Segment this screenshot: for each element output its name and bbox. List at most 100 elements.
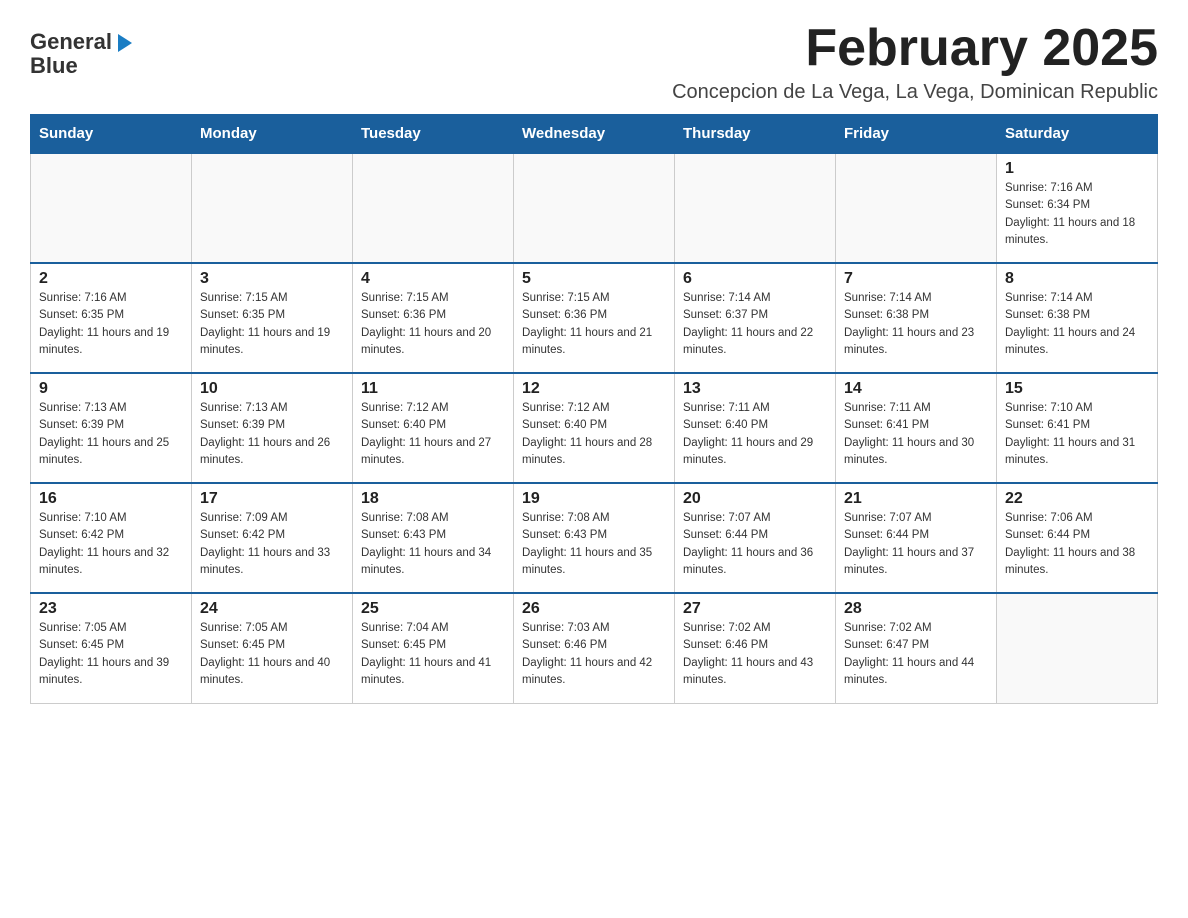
calendar-cell: 1 Sunrise: 7:16 AMSunset: 6:34 PMDaylight… (997, 153, 1158, 263)
calendar-cell: 16 Sunrise: 7:10 AMSunset: 6:42 PMDayligh… (31, 483, 192, 593)
calendar-header-row: SundayMondayTuesdayWednesdayThursdayFrid… (31, 115, 1158, 154)
calendar-cell: 8 Sunrise: 7:14 AMSunset: 6:38 PMDaylight… (997, 263, 1158, 373)
calendar-cell: 10 Sunrise: 7:13 AMSunset: 6:39 PMDayligh… (192, 373, 353, 483)
calendar-cell: 3 Sunrise: 7:15 AMSunset: 6:35 PMDaylight… (192, 263, 353, 373)
calendar-cell: 18 Sunrise: 7:08 AMSunset: 6:43 PMDayligh… (353, 483, 514, 593)
calendar-cell: 9 Sunrise: 7:13 AMSunset: 6:39 PMDaylight… (31, 373, 192, 483)
weekday-header-monday: Monday (192, 115, 353, 154)
day-info: Sunrise: 7:13 AMSunset: 6:39 PMDaylight:… (39, 400, 183, 469)
day-info: Sunrise: 7:08 AMSunset: 6:43 PMDaylight:… (361, 510, 505, 579)
day-number: 24 (200, 600, 344, 618)
day-info: Sunrise: 7:05 AMSunset: 6:45 PMDaylight:… (200, 620, 344, 689)
day-info: Sunrise: 7:14 AMSunset: 6:37 PMDaylight:… (683, 290, 827, 359)
day-number: 20 (683, 490, 827, 508)
day-info: Sunrise: 7:13 AMSunset: 6:39 PMDaylight:… (200, 400, 344, 469)
day-info: Sunrise: 7:04 AMSunset: 6:45 PMDaylight:… (361, 620, 505, 689)
weekday-header-saturday: Saturday (997, 115, 1158, 154)
day-number: 25 (361, 600, 505, 618)
calendar-cell: 22Sunrise: 7:06 AMSunset: 6:44 PMDayligh… (997, 483, 1158, 593)
calendar-cell (675, 153, 836, 263)
day-number: 3 (200, 270, 344, 288)
day-info: Sunrise: 7:09 AMSunset: 6:42 PMDaylight:… (200, 510, 344, 579)
day-info: Sunrise: 7:07 AMSunset: 6:44 PMDaylight:… (683, 510, 827, 579)
calendar-cell: 26 Sunrise: 7:03 AMSunset: 6:46 PMDayligh… (514, 593, 675, 703)
day-info: Sunrise: 7:12 AMSunset: 6:40 PMDaylight:… (361, 400, 505, 469)
calendar-cell: 24 Sunrise: 7:05 AMSunset: 6:45 PMDayligh… (192, 593, 353, 703)
weekday-header-wednesday: Wednesday (514, 115, 675, 154)
day-info: Sunrise: 7:15 AMSunset: 6:35 PMDaylight:… (200, 290, 344, 359)
day-number: 13 (683, 380, 827, 398)
day-number: 11 (361, 380, 505, 398)
logo-text-general: General (30, 30, 112, 54)
day-info: Sunrise: 7:16 AMSunset: 6:34 PMDaylight:… (1005, 180, 1149, 249)
day-number: 8 (1005, 270, 1149, 288)
day-info: Sunrise: 7:15 AMSunset: 6:36 PMDaylight:… (522, 290, 666, 359)
day-info: Sunrise: 7:05 AMSunset: 6:45 PMDaylight:… (39, 620, 183, 689)
logo-arrow-icon (114, 32, 136, 54)
calendar-cell: 25 Sunrise: 7:04 AMSunset: 6:45 PMDayligh… (353, 593, 514, 703)
day-number: 16 (39, 490, 183, 508)
day-number: 23 (39, 600, 183, 618)
day-number: 18 (361, 490, 505, 508)
day-info: Sunrise: 7:02 AMSunset: 6:46 PMDaylight:… (683, 620, 827, 689)
day-info: Sunrise: 7:11 AMSunset: 6:41 PMDaylight:… (844, 400, 988, 469)
day-number: 7 (844, 270, 988, 288)
calendar-week-2: 2 Sunrise: 7:16 AMSunset: 6:35 PMDaylight… (31, 263, 1158, 373)
day-number: 12 (522, 380, 666, 398)
weekday-header-thursday: Thursday (675, 115, 836, 154)
day-number: 28 (844, 600, 988, 618)
location-subtitle: Concepcion de La Vega, La Vega, Dominica… (672, 81, 1158, 104)
calendar-week-4: 16 Sunrise: 7:10 AMSunset: 6:42 PMDayligh… (31, 483, 1158, 593)
calendar-cell (353, 153, 514, 263)
calendar-week-5: 23 Sunrise: 7:05 AMSunset: 6:45 PMDayligh… (31, 593, 1158, 703)
calendar-week-3: 9 Sunrise: 7:13 AMSunset: 6:39 PMDaylight… (31, 373, 1158, 483)
day-number: 27 (683, 600, 827, 618)
day-number: 26 (522, 600, 666, 618)
calendar-cell: 15Sunrise: 7:10 AMSunset: 6:41 PMDayligh… (997, 373, 1158, 483)
day-number: 6 (683, 270, 827, 288)
calendar-cell: 19Sunrise: 7:08 AMSunset: 6:43 PMDayligh… (514, 483, 675, 593)
weekday-header-tuesday: Tuesday (353, 115, 514, 154)
calendar-cell (514, 153, 675, 263)
calendar-cell: 27 Sunrise: 7:02 AMSunset: 6:46 PMDayligh… (675, 593, 836, 703)
calendar-cell: 4Sunrise: 7:15 AMSunset: 6:36 PMDaylight… (353, 263, 514, 373)
calendar-cell: 23 Sunrise: 7:05 AMSunset: 6:45 PMDayligh… (31, 593, 192, 703)
calendar-cell: 2 Sunrise: 7:16 AMSunset: 6:35 PMDaylight… (31, 263, 192, 373)
calendar-cell: 20 Sunrise: 7:07 AMSunset: 6:44 PMDayligh… (675, 483, 836, 593)
logo-text-blue: Blue (30, 54, 78, 78)
day-info: Sunrise: 7:07 AMSunset: 6:44 PMDaylight:… (844, 510, 988, 579)
calendar-cell: 7Sunrise: 7:14 AMSunset: 6:38 PMDaylight… (836, 263, 997, 373)
day-number: 21 (844, 490, 988, 508)
day-info: Sunrise: 7:12 AMSunset: 6:40 PMDaylight:… (522, 400, 666, 469)
day-number: 4 (361, 270, 505, 288)
weekday-header-sunday: Sunday (31, 115, 192, 154)
calendar-cell: 11 Sunrise: 7:12 AMSunset: 6:40 PMDayligh… (353, 373, 514, 483)
day-info: Sunrise: 7:10 AMSunset: 6:41 PMDaylight:… (1005, 400, 1149, 469)
day-number: 19 (522, 490, 666, 508)
calendar-cell: 12 Sunrise: 7:12 AMSunset: 6:40 PMDayligh… (514, 373, 675, 483)
calendar-cell (192, 153, 353, 263)
day-number: 5 (522, 270, 666, 288)
calendar-week-1: 1 Sunrise: 7:16 AMSunset: 6:34 PMDaylight… (31, 153, 1158, 263)
day-number: 17 (200, 490, 344, 508)
day-info: Sunrise: 7:11 AMSunset: 6:40 PMDaylight:… (683, 400, 827, 469)
calendar-cell: 17 Sunrise: 7:09 AMSunset: 6:42 PMDayligh… (192, 483, 353, 593)
day-info: Sunrise: 7:16 AMSunset: 6:35 PMDaylight:… (39, 290, 183, 359)
day-info: Sunrise: 7:10 AMSunset: 6:42 PMDaylight:… (39, 510, 183, 579)
title-area: February 2025 Concepcion de La Vega, La … (672, 20, 1158, 104)
weekday-header-friday: Friday (836, 115, 997, 154)
calendar-cell: 14 Sunrise: 7:11 AMSunset: 6:41 PMDayligh… (836, 373, 997, 483)
page-header: General Blue February 2025 Concepcion de… (30, 20, 1158, 104)
calendar-cell (997, 593, 1158, 703)
day-number: 14 (844, 380, 988, 398)
day-info: Sunrise: 7:03 AMSunset: 6:46 PMDaylight:… (522, 620, 666, 689)
calendar-cell: 5 Sunrise: 7:15 AMSunset: 6:36 PMDaylight… (514, 263, 675, 373)
day-number: 10 (200, 380, 344, 398)
day-number: 1 (1005, 160, 1149, 178)
month-title: February 2025 (672, 20, 1158, 77)
day-number: 9 (39, 380, 183, 398)
day-info: Sunrise: 7:14 AMSunset: 6:38 PMDaylight:… (1005, 290, 1149, 359)
day-number: 2 (39, 270, 183, 288)
calendar-cell: 28Sunrise: 7:02 AMSunset: 6:47 PMDayligh… (836, 593, 997, 703)
calendar-cell: 21 Sunrise: 7:07 AMSunset: 6:44 PMDayligh… (836, 483, 997, 593)
